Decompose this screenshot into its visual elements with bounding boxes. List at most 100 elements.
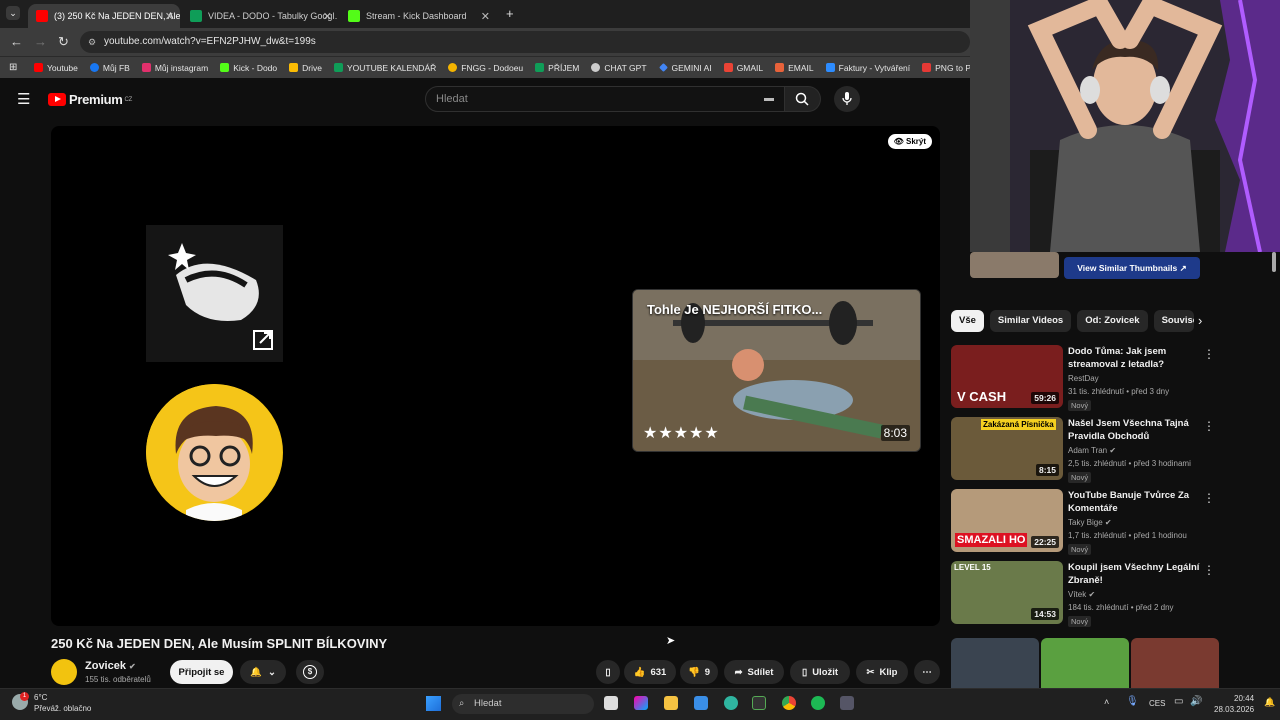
bookmark[interactable]: CHAT GPT — [591, 63, 647, 73]
tab-youtube[interactable]: (3) 250 Kč Na JEDEN DEN, Ale M…✕ — [28, 4, 180, 28]
list-item[interactable]: Zakázaná Písnička 8:15 Našel Jsem Všechn… — [951, 417, 1221, 483]
chip-related[interactable]: Souvise — [1153, 310, 1194, 332]
channel-name[interactable]: Zovicek ✔ — [85, 660, 136, 672]
reload-icon[interactable]: ↻ — [58, 34, 69, 50]
calculator-icon[interactable] — [840, 696, 854, 710]
network-icon[interactable]: ▭ — [1174, 696, 1183, 707]
shorts-thumbnail[interactable] — [1041, 638, 1129, 688]
close-icon[interactable]: ✕ — [481, 10, 490, 23]
video-thumbnail[interactable]: Zakázaná Písnička 8:15 — [951, 417, 1063, 480]
voice-search-button[interactable] — [834, 86, 860, 112]
clip-button[interactable]: ✂ Klip — [856, 660, 908, 684]
suggested-thumbnail-small[interactable] — [970, 252, 1059, 278]
bookmark-icon — [535, 63, 545, 72]
more-vertical-icon[interactable]: ⋮ — [1203, 419, 1215, 433]
thumbnail-overlay-text: LEVEL 15 — [954, 563, 991, 572]
bookmark[interactable]: Youtube — [34, 63, 78, 73]
taskbar-search[interactable]: ⌕ Hledat — [452, 694, 594, 714]
bookmark-label: YOUTUBE KALENDÁŘ — [346, 62, 437, 73]
subscribed-button[interactable]: 🔔 ⌄ — [240, 660, 286, 684]
more-actions-button[interactable]: ⋯ — [914, 660, 940, 684]
microphone-icon[interactable]: 🎙 — [1126, 696, 1139, 707]
site-info-icon[interactable]: ⚙ — [88, 31, 96, 53]
end-screen-video-card[interactable]: Tohle Je NEJHORŠÍ FITKO... ★★★★★ 8:03 — [632, 289, 921, 452]
video-thumbnail[interactable]: SMAZALI HO 22:25 — [951, 489, 1063, 552]
bookmark[interactable]: Kick - Dodo — [220, 63, 277, 73]
youtube-icon — [36, 10, 48, 22]
list-item[interactable]: LEVEL 15 14:53 Koupil jsem Všechny Legál… — [951, 561, 1221, 627]
channel-avatar-large[interactable] — [146, 384, 283, 521]
spotify-icon[interactable] — [811, 696, 825, 710]
thanks-button[interactable]: $ — [296, 660, 324, 684]
bookmark[interactable]: FNGG - Dodoeu — [448, 63, 523, 73]
bookmark[interactable]: Můj FB — [89, 63, 130, 73]
terminal-icon[interactable] — [752, 696, 766, 710]
chrome-icon[interactable] — [782, 696, 796, 710]
more-vertical-icon[interactable]: ⋮ — [1203, 347, 1215, 361]
bookmark-button[interactable]: ▯ — [596, 660, 620, 684]
chip-all[interactable]: Vše — [951, 310, 984, 332]
store-icon[interactable] — [694, 696, 708, 710]
menu-icon[interactable]: ☰ — [17, 90, 30, 108]
bookmark[interactable]: Můj instagram — [141, 63, 208, 73]
tab-search-icon[interactable]: ⌄ — [6, 6, 20, 20]
file-explorer-icon[interactable] — [664, 696, 678, 710]
new-tab-icon[interactable]: + — [506, 6, 514, 21]
thumbnail-overlay-text: Zakázaná Písnička — [981, 419, 1056, 430]
list-item[interactable]: SMAZALI HO 22:25 YouTube Banuje Tvůrce Z… — [951, 489, 1221, 555]
forward-icon[interactable]: → — [34, 34, 47, 49]
system-clock[interactable]: 20:44 28.03.2026 — [1214, 693, 1254, 715]
url-input[interactable]: ⚙ youtube.com/watch?v=EFN2PJHW_dw&t=199s — [80, 31, 970, 53]
weather-widget[interactable]: 6°C Převáž. oblačno — [34, 692, 91, 714]
edge-icon[interactable] — [724, 696, 738, 710]
save-button[interactable]: ▯ Uložit — [790, 660, 850, 684]
hide-button[interactable]: 👁 Skrýt — [887, 134, 932, 149]
video-thumbnail[interactable]: LEVEL 15 14:53 — [951, 561, 1063, 624]
copilot-icon[interactable] — [634, 696, 648, 710]
youtube-logo[interactable]: Premium CZ — [48, 92, 132, 107]
bookmark[interactable]: EMAIL — [775, 63, 814, 73]
dislike-button[interactable]: 👎 9 — [680, 660, 718, 684]
bookmark[interactable]: Faktury - Vytváření — [825, 63, 910, 73]
windows-start-icon[interactable] — [426, 696, 441, 711]
bookmark[interactable]: GEMINI AI — [658, 63, 712, 73]
chip-similar-videos[interactable]: Similar Videos — [989, 310, 1072, 332]
bell-icon: 🔔 — [250, 666, 262, 678]
close-icon[interactable]: ✕ — [323, 10, 332, 23]
scissors-icon: ✂ — [866, 666, 875, 678]
notifications-icon[interactable]: 🔔 — [1264, 697, 1275, 708]
more-vertical-icon[interactable]: ⋮ — [1203, 563, 1215, 577]
back-icon[interactable]: ← — [10, 34, 23, 49]
bookmark[interactable]: Drive — [289, 63, 322, 73]
more-vertical-icon[interactable]: ⋮ — [1203, 491, 1215, 505]
apps-icon[interactable]: ⊞ — [9, 62, 17, 73]
shorts-thumbnail[interactable] — [951, 638, 1039, 688]
bookmark[interactable]: PŘÍJEM — [535, 63, 579, 73]
close-icon[interactable]: ✕ — [165, 10, 174, 23]
scrollbar[interactable] — [1272, 252, 1276, 272]
search-input[interactable]: Hledat ▬ — [425, 86, 785, 112]
bookmark[interactable]: GMAIL — [723, 63, 763, 73]
tab-kick[interactable]: Stream - Kick Dashboard ✕ — [340, 4, 496, 28]
chevron-up-icon[interactable]: ˄ — [1104, 697, 1109, 707]
video-player[interactable]: 👁 Skrýt Tohle Je NEJHORŠÍ FITKO... ★★★★★… — [51, 126, 940, 626]
like-button[interactable]: 👍 631 — [624, 660, 676, 684]
view-similar-thumbnails-button[interactable]: View Similar Thumbnails ↗ — [1064, 257, 1200, 279]
share-button[interactable]: ➦ Sdílet — [724, 660, 784, 684]
list-item[interactable]: V CASH 59:26 Dodo Tůma: Jak jsem streamo… — [951, 345, 1221, 411]
channel-avatar[interactable] — [51, 659, 77, 685]
join-button[interactable]: Připojit se — [170, 660, 233, 684]
video-thumbnail[interactable]: V CASH 59:26 — [951, 345, 1063, 408]
tab-sheets[interactable]: VIDEA - DODO - Tabulky Googl… ✕ — [182, 4, 338, 28]
shorts-thumbnail[interactable] — [1131, 638, 1219, 688]
channel-logo-thumbnail[interactable] — [146, 225, 283, 362]
weather-icon[interactable]: 1 — [12, 692, 29, 710]
task-view-icon[interactable] — [604, 696, 618, 710]
volume-icon[interactable]: 🔊 — [1190, 696, 1202, 707]
search-button[interactable] — [785, 86, 821, 112]
chevron-right-icon[interactable]: › — [1198, 313, 1202, 328]
chip-from-channel[interactable]: Od: Zovicek — [1077, 310, 1148, 332]
language-indicator[interactable]: CES — [1149, 699, 1165, 708]
keyboard-icon[interactable]: ▬ — [764, 87, 774, 111]
bookmark[interactable]: YOUTUBE KALENDÁŘ — [333, 62, 437, 73]
